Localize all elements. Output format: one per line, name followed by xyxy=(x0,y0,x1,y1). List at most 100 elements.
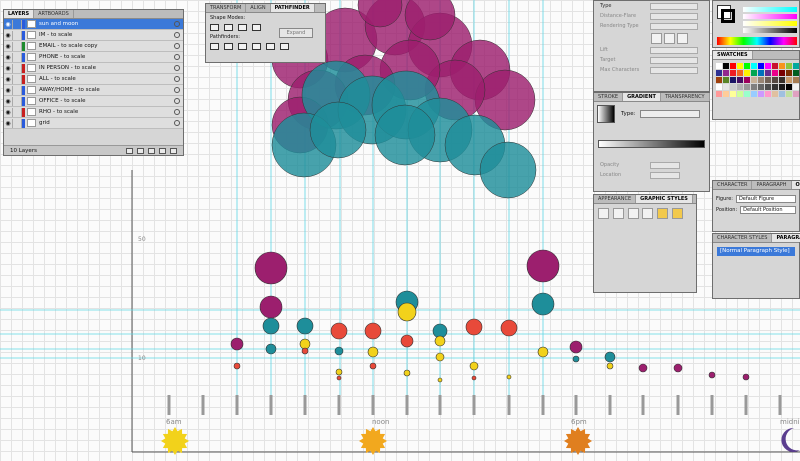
swatch[interactable] xyxy=(751,63,757,69)
rendering-type-field[interactable] xyxy=(650,22,698,30)
swatch[interactable] xyxy=(786,77,792,83)
swatch[interactable] xyxy=(744,70,750,76)
swatch[interactable] xyxy=(730,77,736,83)
layer-row[interactable]: ◉ grid xyxy=(4,118,183,129)
tab-align[interactable]: ALIGN xyxy=(246,4,271,12)
lock-toggle[interactable] xyxy=(12,19,22,29)
swatch[interactable] xyxy=(765,91,771,97)
unite-icon[interactable] xyxy=(210,24,219,31)
layer-name[interactable]: IN PERSON - to scale xyxy=(39,65,171,71)
swatch[interactable] xyxy=(779,63,785,69)
layer-row[interactable]: ◉ PHONE - to scale xyxy=(4,52,183,63)
type-dropdown[interactable] xyxy=(650,2,698,10)
layer-name[interactable]: EMAIL - to scale copy xyxy=(39,43,171,49)
swatch[interactable] xyxy=(730,70,736,76)
swatch[interactable] xyxy=(758,84,764,90)
outline-icon[interactable] xyxy=(266,43,275,50)
max-characters-field[interactable] xyxy=(650,66,698,74)
position-dropdown[interactable]: Default Position xyxy=(740,205,796,214)
tab-layers[interactable]: LAYERS xyxy=(4,10,35,18)
gradient-slider[interactable] xyxy=(598,140,705,148)
lock-toggle[interactable] xyxy=(12,63,22,73)
distance-flare-field[interactable] xyxy=(650,12,698,20)
swatch[interactable] xyxy=(730,63,736,69)
opacity-field[interactable] xyxy=(650,161,680,169)
graphic-style-4[interactable] xyxy=(642,208,654,219)
swatch[interactable] xyxy=(793,63,799,69)
layer-name[interactable]: ALL - to scale xyxy=(39,76,171,82)
swatch[interactable] xyxy=(772,91,778,97)
location-field[interactable] xyxy=(650,171,680,179)
minus-back-icon[interactable] xyxy=(280,43,289,50)
tab-artboards[interactable]: ARTBOARDS xyxy=(34,10,74,18)
swatch[interactable] xyxy=(730,91,736,97)
delete-layer-button[interactable] xyxy=(170,147,177,154)
layer-row[interactable]: ◉ IN PERSON - to scale xyxy=(4,63,183,74)
eye-icon[interactable]: ◉ xyxy=(4,43,12,50)
swatch[interactable] xyxy=(716,84,722,90)
swatch[interactable] xyxy=(786,91,792,97)
lock-toggle[interactable] xyxy=(12,107,22,117)
swatch[interactable] xyxy=(751,70,757,76)
target-icon[interactable] xyxy=(174,21,180,27)
graphic-style-6[interactable] xyxy=(671,208,683,219)
lock-toggle[interactable] xyxy=(12,96,22,106)
layer-name[interactable]: grid xyxy=(39,120,171,126)
target-icon[interactable] xyxy=(174,76,180,82)
target-icon[interactable] xyxy=(174,43,180,49)
tab-swatches[interactable]: SWATCHES xyxy=(713,51,753,59)
swatch[interactable] xyxy=(793,91,799,97)
tab-paragraph[interactable]: PARAGRAPH xyxy=(752,181,792,189)
graphic-style-3[interactable] xyxy=(627,208,639,219)
new-layer-button[interactable] xyxy=(159,147,166,154)
eye-icon[interactable]: ◉ xyxy=(4,76,12,83)
tab-paragraph-styles[interactable]: PARAGRAPH STYLES xyxy=(772,234,800,242)
swatch[interactable] xyxy=(779,70,785,76)
swatch[interactable] xyxy=(737,70,743,76)
swatch[interactable] xyxy=(716,63,722,69)
swatch[interactable] xyxy=(730,84,736,90)
target-icon[interactable] xyxy=(174,98,180,104)
swatch[interactable] xyxy=(765,70,771,76)
merge-icon[interactable] xyxy=(238,43,247,50)
intersect-icon[interactable] xyxy=(238,24,247,31)
swatch[interactable] xyxy=(716,77,722,83)
layer-row[interactable]: ◉ IM - to scale xyxy=(4,30,183,41)
eye-icon[interactable]: ◉ xyxy=(4,54,12,61)
swatch[interactable] xyxy=(772,63,778,69)
layer-name[interactable]: OFFICE - to scale xyxy=(39,98,171,104)
layer-row[interactable]: ◉ AWAY/HOME - to scale xyxy=(4,85,183,96)
swatch[interactable] xyxy=(758,63,764,69)
swatch[interactable] xyxy=(779,84,785,90)
tab-stroke[interactable]: STROKE xyxy=(594,93,624,101)
swatch[interactable] xyxy=(758,70,764,76)
gradient-type-dropdown[interactable] xyxy=(639,110,700,118)
swatch[interactable] xyxy=(716,70,722,76)
divide-icon[interactable] xyxy=(210,43,219,50)
eye-icon[interactable]: ◉ xyxy=(4,98,12,105)
swatch[interactable] xyxy=(737,91,743,97)
layer-row[interactable]: ◉ sun and moon xyxy=(4,19,183,30)
tab-character[interactable]: CHARACTER xyxy=(713,181,753,189)
swatch[interactable] xyxy=(723,84,729,90)
graphic-style-2[interactable] xyxy=(612,208,624,219)
new-sublayer-button[interactable] xyxy=(148,147,155,154)
target-icon[interactable] xyxy=(174,32,180,38)
target-icon[interactable] xyxy=(174,87,180,93)
swatch[interactable] xyxy=(765,63,771,69)
layer-name[interactable]: RHO - to scale xyxy=(39,109,171,115)
swatch[interactable] xyxy=(744,91,750,97)
crop-icon[interactable] xyxy=(252,43,261,50)
swatch[interactable] xyxy=(737,63,743,69)
gradient-preview[interactable] xyxy=(597,105,615,123)
align-right-icon[interactable] xyxy=(677,32,688,44)
layer-name[interactable]: IM - to scale xyxy=(39,32,171,38)
target-icon[interactable] xyxy=(174,120,180,126)
layer-name[interactable]: sun and moon xyxy=(39,21,171,27)
figure-dropdown[interactable]: Default Figure xyxy=(735,194,796,203)
eye-icon[interactable]: ◉ xyxy=(4,120,12,127)
swatch[interactable] xyxy=(772,84,778,90)
swatch[interactable] xyxy=(772,77,778,83)
tab-appearance[interactable]: APPEARANCE xyxy=(594,195,637,203)
swatch[interactable] xyxy=(779,77,785,83)
